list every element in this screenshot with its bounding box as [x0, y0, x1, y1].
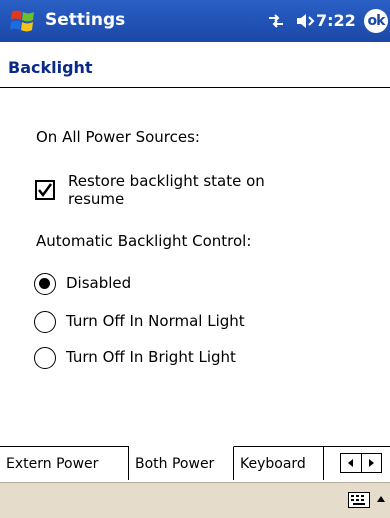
radio-bright-light-label[interactable]: Turn Off In Bright Light — [66, 348, 236, 366]
radio-selected-dot — [39, 278, 50, 289]
radio-normal-light-label[interactable]: Turn Off In Normal Light — [66, 312, 245, 330]
radio-disabled[interactable] — [34, 273, 56, 295]
power-sources-label: On All Power Sources: — [36, 128, 200, 146]
tab-both-power[interactable]: Both Power — [129, 446, 234, 480]
volume-icon[interactable] — [295, 11, 317, 31]
restore-backlight-label[interactable]: Restore backlight state on resume — [68, 172, 298, 208]
input-arrow-icon[interactable] — [376, 495, 386, 503]
radio-disabled-label[interactable]: Disabled — [66, 274, 131, 292]
title-bar: Settings 7:22 ok — [0, 0, 390, 42]
auto-control-label: Automatic Backlight Control: — [36, 232, 252, 250]
tab-strip: Extern Power Both Power Keyboard — [0, 446, 390, 482]
app-title: Settings — [45, 10, 126, 30]
tab-scroll-left-icon[interactable] — [341, 454, 361, 472]
checkmark-icon — [38, 183, 53, 198]
header-divider — [0, 87, 390, 88]
tab-scroll-right-icon[interactable] — [360, 454, 382, 472]
windows-start-icon[interactable] — [8, 6, 38, 36]
clock[interactable]: 7:22 — [316, 11, 356, 30]
radio-bright-light[interactable] — [34, 347, 56, 369]
command-bar — [0, 482, 390, 518]
tab-keyboard[interactable]: Keyboard — [234, 446, 324, 480]
radio-normal-light[interactable] — [34, 311, 56, 333]
ok-button[interactable]: ok — [364, 9, 388, 33]
page-title: Backlight — [8, 58, 93, 77]
restore-backlight-checkbox[interactable] — [35, 180, 55, 200]
tab-scroll-buttons — [340, 453, 382, 473]
connectivity-icon[interactable] — [266, 11, 286, 31]
tab-extern-power[interactable]: Extern Power — [0, 446, 129, 480]
keyboard-icon[interactable] — [348, 492, 370, 508]
